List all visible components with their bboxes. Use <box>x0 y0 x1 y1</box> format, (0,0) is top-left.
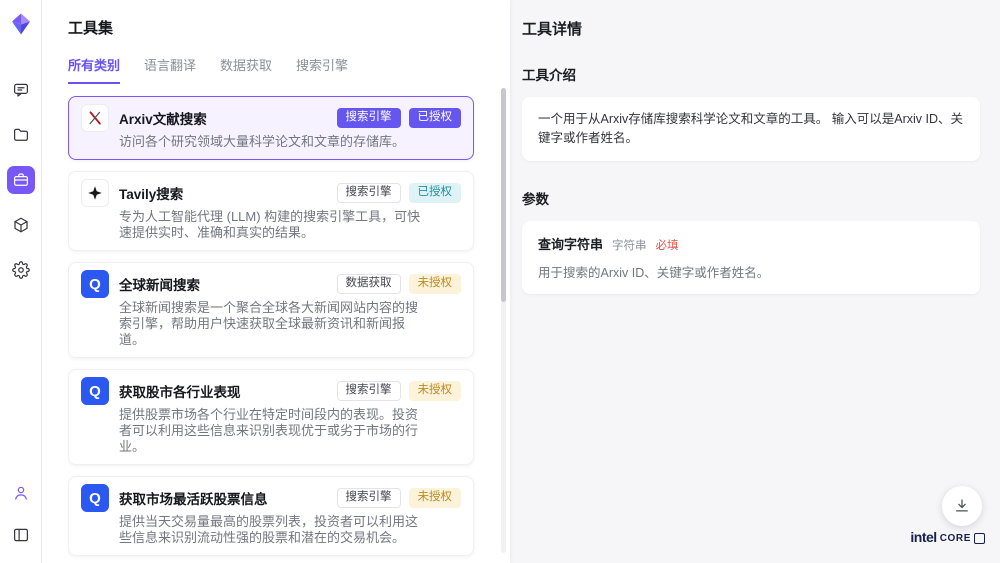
tool-name: 获取股市各行业表现 <box>119 381 329 401</box>
tool-description: 提供股票市场各个行业在特定时间段内的表现。投资者可以利用这些信息来识别表现优于或… <box>119 407 421 455</box>
intel-core-logo: intel CORE <box>910 529 985 545</box>
auth-badge: 已授权 <box>409 108 462 128</box>
category-badge: 搜索引擎 <box>337 183 401 203</box>
auth-badge: 未授权 <box>409 274 462 294</box>
detail-title: 工具详情 <box>522 18 980 39</box>
tool-intro-card: 一个用于从Arxiv存储库搜索科学论文和文章的工具。 输入可以是Arxiv ID… <box>522 97 980 161</box>
tavily-star-icon <box>81 179 109 207</box>
tool-list-panel: 工具集 所有类别 语言翻译 数据获取 搜索引擎 Arxiv文献搜索 搜索引擎 已… <box>42 0 510 563</box>
tool-name: 全球新闻搜索 <box>119 274 329 294</box>
folder-icon[interactable] <box>7 121 35 149</box>
tool-detail-panel: 工具详情 工具介绍 一个用于从Arxiv存储库搜索科学论文和文章的工具。 输入可… <box>510 0 1000 563</box>
auth-badge: 未授权 <box>409 381 462 401</box>
tab-data-fetch[interactable]: 数据获取 <box>220 55 272 84</box>
tool-card-sector-performance[interactable]: Q 获取股市各行业表现 搜索引擎 未授权 提供股票市场各个行业在特定时间段内的表… <box>68 369 474 465</box>
tool-name: 获取市场最活跃股票信息 <box>119 488 329 508</box>
tool-description: 访问各个研究领域大量科学论文和文章的存储库。 <box>119 134 421 150</box>
q-logo-icon: Q <box>81 270 109 298</box>
category-badge: 搜索引擎 <box>337 488 401 508</box>
param-card: 查询字符串 字符串 必填 用于搜索的Arxiv ID、关键字或作者姓名。 <box>522 221 980 294</box>
tab-all-categories[interactable]: 所有类别 <box>68 55 120 84</box>
auth-badge: 已授权 <box>409 183 462 203</box>
user-icon[interactable] <box>7 479 35 507</box>
intel-core-badge-box <box>974 533 985 544</box>
q-logo-icon: Q <box>81 484 109 512</box>
app-window: 工具集 所有类别 语言翻译 数据获取 搜索引擎 Arxiv文献搜索 搜索引擎 已… <box>0 0 1000 563</box>
q-logo-icon: Q <box>81 377 109 405</box>
tab-search-engine[interactable]: 搜索引擎 <box>296 55 348 84</box>
arxiv-icon <box>81 104 109 132</box>
tool-card-global-news[interactable]: Q 全球新闻搜索 数据获取 未授权 全球新闻搜索是一个聚合全球各大新闻网站内容的… <box>68 262 474 358</box>
download-icon <box>953 497 971 515</box>
tool-name: Tavily搜索 <box>119 183 329 203</box>
tab-language-translate[interactable]: 语言翻译 <box>144 55 196 84</box>
auth-badge: 未授权 <box>409 488 462 508</box>
tool-description: 全球新闻搜索是一个聚合全球各大新闻网站内容的搜索引擎，帮助用户快速获取全球最新资… <box>119 300 421 348</box>
list-scrollbar[interactable] <box>501 88 506 553</box>
intro-heading: 工具介绍 <box>522 64 980 84</box>
page-title: 工具集 <box>68 17 510 38</box>
param-type: 字符串 <box>612 237 647 253</box>
params-heading: 参数 <box>522 188 980 208</box>
tool-card-most-active-stocks[interactable]: Q 获取市场最活跃股票信息 搜索引擎 未授权 提供当天交易量最高的股票列表，投资… <box>68 476 474 556</box>
briefcase-icon[interactable] <box>7 166 35 194</box>
gear-icon[interactable] <box>7 256 35 284</box>
tool-card-arxiv[interactable]: Arxiv文献搜索 搜索引擎 已授权 访问各个研究领域大量科学论文和文章的存储库… <box>68 96 474 160</box>
tool-name: Arxiv文献搜索 <box>119 108 329 128</box>
tool-description: 提供当天交易量最高的股票列表，投资者可以利用这些信息来识别流动性强的股票和潜在的… <box>119 514 421 546</box>
intel-brand-text: intel <box>910 529 936 545</box>
param-name: 查询字符串 <box>538 234 603 253</box>
category-tabs: 所有类别 语言翻译 数据获取 搜索引擎 <box>68 55 510 84</box>
tool-description: 专为人工智能代理 (LLM) 构建的搜索引擎工具，可快速提供实时、准确和真实的结… <box>119 209 421 241</box>
scrollbar-thumb[interactable] <box>501 88 506 302</box>
cube-icon[interactable] <box>7 211 35 239</box>
category-badge: 搜索引擎 <box>337 381 401 401</box>
download-button[interactable] <box>942 486 982 526</box>
chat-icon[interactable] <box>7 76 35 104</box>
tool-card-list: Arxiv文献搜索 搜索引擎 已授权 访问各个研究领域大量科学论文和文章的存储库… <box>68 86 510 563</box>
icon-rail <box>0 0 42 563</box>
core-brand-text: CORE <box>940 533 971 545</box>
app-logo-icon[interactable] <box>9 12 33 36</box>
param-required-badge: 必填 <box>656 237 679 253</box>
param-description: 用于搜索的Arxiv ID、关键字或作者姓名。 <box>538 262 964 281</box>
category-badge: 数据获取 <box>337 274 401 294</box>
tool-intro-text: 一个用于从Arxiv存储库搜索科学论文和文章的工具。 输入可以是Arxiv ID… <box>538 112 963 145</box>
panel-toggle-icon[interactable] <box>7 521 35 549</box>
category-badge: 搜索引擎 <box>337 108 401 128</box>
tool-card-tavily[interactable]: Tavily搜索 搜索引擎 已授权 专为人工智能代理 (LLM) 构建的搜索引擎… <box>68 171 474 251</box>
